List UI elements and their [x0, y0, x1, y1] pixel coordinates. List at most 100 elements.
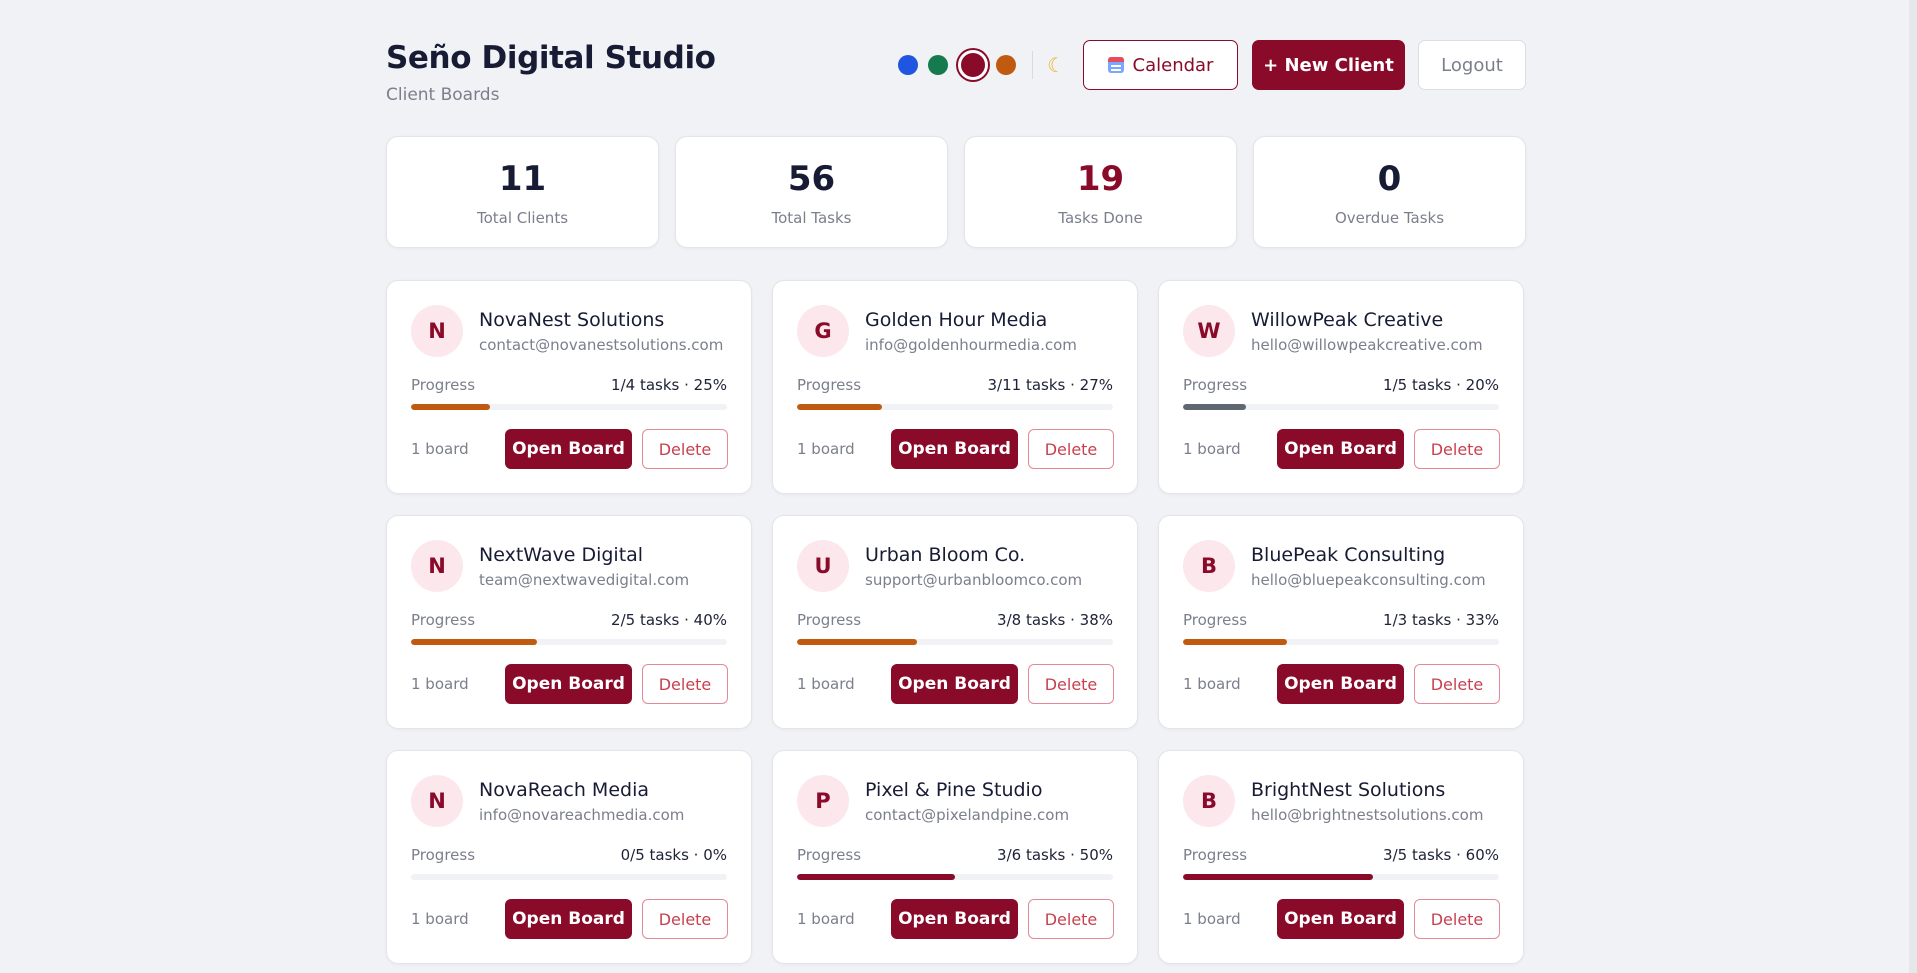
delete-client-button[interactable]: Delete [1028, 664, 1114, 704]
open-board-button[interactable]: Open Board [891, 899, 1018, 939]
board-count: 1 board [1183, 675, 1241, 693]
calendar-icon [1107, 57, 1124, 73]
open-board-button[interactable]: Open Board [891, 429, 1018, 469]
delete-client-button[interactable]: Delete [1414, 664, 1500, 704]
board-count: 1 board [1183, 910, 1241, 928]
delete-client-button[interactable]: Delete [1414, 899, 1500, 939]
board-count: 1 board [797, 910, 855, 928]
open-board-button[interactable]: Open Board [1277, 664, 1404, 704]
client-card: G Golden Hour Media info@goldenhourmedia… [772, 280, 1138, 494]
client-avatar: W [1183, 305, 1235, 357]
client-email: hello@willowpeakcreative.com [1251, 336, 1483, 354]
progress-bar-fill [797, 874, 955, 880]
client-card: N NextWave Digital team@nextwavedigital.… [386, 515, 752, 729]
progress-stats: 0/5 tasks · 0% [620, 846, 727, 864]
client-avatar: N [411, 775, 463, 827]
theme-swatch-green[interactable] [928, 55, 949, 75]
page-scrollbar[interactable] [1909, 0, 1917, 973]
delete-client-button[interactable]: Delete [1414, 429, 1500, 469]
progress-stats: 1/3 tasks · 33% [1383, 611, 1499, 629]
stat-value: 0 [1377, 159, 1402, 199]
client-avatar: U [797, 540, 849, 592]
progress-stats: 2/5 tasks · 40% [611, 611, 727, 629]
board-count: 1 board [1183, 440, 1241, 458]
open-board-button[interactable]: Open Board [1277, 899, 1404, 939]
logout-button[interactable]: Logout [1418, 40, 1526, 90]
theme-swatch-crimson[interactable] [958, 50, 989, 80]
client-name: NovaReach Media [479, 779, 649, 801]
calendar-button-label: Calendar [1132, 54, 1214, 76]
client-avatar: N [411, 305, 463, 357]
stat-card-total-clients: 11 Total Clients [386, 136, 659, 248]
open-board-button[interactable]: Open Board [505, 899, 632, 939]
page-title: Seño Digital Studio [386, 40, 716, 76]
client-email: info@novareachmedia.com [479, 806, 685, 824]
client-avatar: B [1183, 540, 1235, 592]
calendar-button[interactable]: Calendar [1083, 40, 1238, 90]
stat-card-tasks-done: 19 Tasks Done [964, 136, 1237, 248]
progress-label: Progress [797, 846, 862, 864]
client-avatar: G [797, 305, 849, 357]
progress-bar-fill [797, 639, 918, 645]
client-card: W WillowPeak Creative hello@willowpeakcr… [1158, 280, 1524, 494]
progress-bar-fill [411, 404, 490, 410]
client-avatar: P [797, 775, 849, 827]
board-count: 1 board [411, 675, 469, 693]
header-controls: ☾ Calendar + New Client Logout [898, 40, 1526, 90]
progress-bar-fill [1183, 404, 1247, 410]
client-email: info@goldenhourmedia.com [865, 336, 1077, 354]
theme-swatch-blue[interactable] [898, 55, 919, 75]
client-name: Golden Hour Media [865, 309, 1048, 331]
stats-row: 11 Total Clients 56 Total Tasks 19 Tasks… [386, 136, 1526, 248]
open-board-button[interactable]: Open Board [1277, 429, 1404, 469]
delete-client-button[interactable]: Delete [1028, 429, 1114, 469]
delete-client-button[interactable]: Delete [642, 429, 728, 469]
page-header: Seño Digital Studio Client Boards ☾ Cale… [386, 0, 1526, 120]
client-avatar: N [411, 540, 463, 592]
controls-divider [1032, 51, 1034, 79]
progress-label: Progress [797, 611, 862, 629]
progress-bar-fill [1183, 639, 1288, 645]
stat-label: Total Clients [476, 209, 569, 227]
open-board-button[interactable]: Open Board [505, 664, 632, 704]
open-board-button[interactable]: Open Board [505, 429, 632, 469]
client-name: NextWave Digital [479, 544, 644, 566]
progress-label: Progress [1183, 611, 1248, 629]
page-subtitle: Client Boards [386, 85, 500, 105]
client-email: hello@brightnestsolutions.com [1251, 806, 1484, 824]
stat-value: 11 [498, 159, 547, 199]
client-card: N NovaNest Solutions contact@novanestsol… [386, 280, 752, 494]
client-card: U Urban Bloom Co. support@urbanbloomco.c… [772, 515, 1138, 729]
stat-label: Tasks Done [1058, 209, 1143, 227]
new-client-button[interactable]: + New Client [1252, 40, 1405, 90]
board-count: 1 board [797, 440, 855, 458]
delete-client-button[interactable]: Delete [642, 664, 728, 704]
progress-label: Progress [1183, 376, 1248, 394]
theme-swatch-orange[interactable] [996, 55, 1017, 75]
progress-label: Progress [1183, 846, 1248, 864]
progress-bar [1183, 404, 1499, 410]
client-card: B BluePeak Consulting hello@bluepeakcons… [1158, 515, 1524, 729]
stat-label: Overdue Tasks [1334, 209, 1445, 227]
progress-stats: 1/5 tasks · 20% [1383, 376, 1499, 394]
client-card: P Pixel & Pine Studio contact@pixelandpi… [772, 750, 1138, 964]
client-avatar: B [1183, 775, 1235, 827]
stat-card-overdue-tasks: 0 Overdue Tasks [1253, 136, 1526, 248]
client-name: BluePeak Consulting [1251, 544, 1446, 566]
page-container: Seño Digital Studio Client Boards ☾ Cale… [386, 0, 1526, 964]
delete-client-button[interactable]: Delete [1028, 899, 1114, 939]
client-name: WillowPeak Creative [1251, 309, 1444, 331]
client-card: N NovaReach Media info@novareachmedia.co… [386, 750, 752, 964]
stat-label: Total Tasks [771, 209, 852, 227]
progress-bar [797, 874, 1113, 880]
client-email: team@nextwavedigital.com [479, 571, 690, 589]
progress-label: Progress [411, 611, 476, 629]
delete-client-button[interactable]: Delete [642, 899, 728, 939]
client-name: Urban Bloom Co. [865, 544, 1026, 566]
client-email: support@urbanbloomco.com [865, 571, 1083, 589]
progress-bar [797, 404, 1113, 410]
progress-bar-fill [411, 639, 538, 645]
open-board-button[interactable]: Open Board [891, 664, 1018, 704]
client-email: hello@bluepeakconsulting.com [1251, 571, 1486, 589]
moon-icon[interactable]: ☾ [1047, 55, 1065, 75]
